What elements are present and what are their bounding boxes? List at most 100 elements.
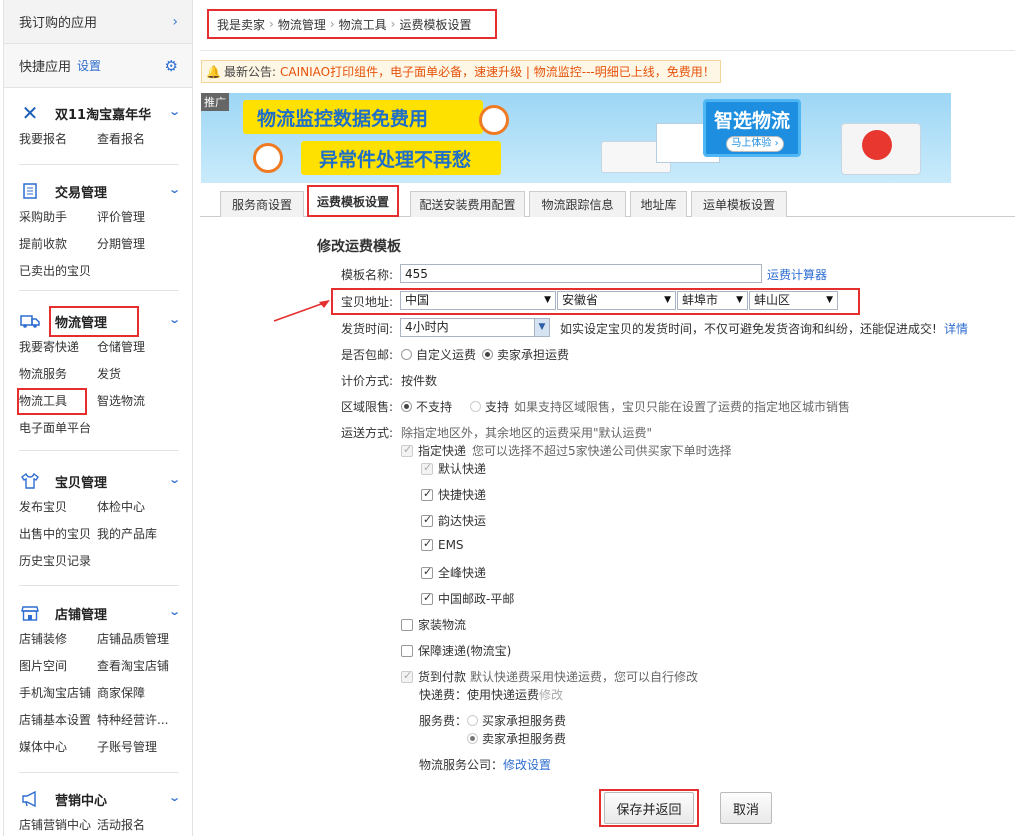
sidebar-group-header[interactable]: 交易管理 ⌄ [4, 178, 194, 204]
sidebar-item[interactable]: 我要寄快递 [19, 334, 97, 361]
template-name-input[interactable] [400, 264, 762, 283]
express-company-item[interactable]: EMS [421, 537, 464, 552]
logistics-company-modify-link[interactable]: 修改设置 [503, 758, 551, 772]
banner-try-button[interactable]: 马上体验 › [726, 136, 784, 152]
express-company-checkbox[interactable] [421, 513, 433, 527]
chevron-down-icon[interactable]: ⌄ [168, 313, 181, 326]
sidebar-item[interactable]: 已卖出的宝贝 [19, 258, 187, 285]
city-select[interactable]: 蚌埠市 ▼ [677, 291, 748, 310]
sidebar-item[interactable]: 体检中心 [97, 494, 187, 521]
chevron-down-icon[interactable]: ⌄ [168, 183, 181, 196]
tab-address-book[interactable]: 地址库 [630, 191, 687, 217]
sidebar-item[interactable]: 子账号管理 [97, 734, 187, 761]
sidebar-item[interactable]: 仓储管理 [97, 334, 187, 361]
sidebar-item[interactable]: 店铺品质管理 [97, 626, 187, 653]
cod-option[interactable]: 货到付款默认快递费采用快递运费，您可以自行修改 [401, 668, 698, 685]
cancel-button[interactable]: 取消 [720, 792, 772, 824]
save-and-return-button[interactable]: 保存并返回 [604, 792, 694, 824]
chevron-down-icon[interactable]: ⌄ [168, 605, 181, 618]
sidebar-group-header[interactable]: 物流管理 ⌄ [4, 305, 194, 337]
sidebar-group-header[interactable]: ✕ 双11淘宝嘉年华 ⌄ [4, 100, 194, 126]
radio-seller-service-fee[interactable] [467, 733, 478, 744]
express-company-checkbox[interactable] [421, 461, 433, 475]
sidebar-item[interactable]: 评价管理 [97, 204, 187, 231]
sidebar-item[interactable]: 特种经营许... [97, 707, 187, 734]
guaranteed-option[interactable]: 保障速递(物流宝) [401, 642, 511, 659]
tab-waybill-template[interactable]: 运单模板设置 [691, 191, 787, 217]
chevron-down-icon[interactable]: ⌄ [168, 473, 181, 486]
district-select[interactable]: 蚌山区 ▼ [749, 291, 838, 310]
ship-time-select[interactable]: 4小时内 ▼ [400, 318, 550, 337]
radio-seller-pays[interactable] [482, 349, 493, 360]
ship-time-details-link[interactable]: 详情 [944, 320, 968, 337]
breadcrumb-item[interactable]: 物流工具 [339, 16, 387, 33]
tab-install-fee[interactable]: 配送安装费用配置 [410, 191, 525, 217]
country-select[interactable]: 中国 ▼ [400, 291, 556, 310]
sidebar-item[interactable]: 采购助手 [19, 204, 97, 231]
province-select[interactable]: 安徽省 ▼ [557, 291, 676, 310]
cod-checkbox[interactable] [401, 669, 413, 683]
sidebar-item[interactable]: 活动报名 [97, 812, 187, 836]
sidebar-item[interactable]: 我的产品库 [97, 521, 187, 548]
express-company-item[interactable]: 快捷快递 [421, 486, 486, 503]
freight-calculator-link[interactable]: 运费计算器 [767, 266, 827, 283]
express-company-item[interactable]: 全峰快递 [421, 564, 486, 581]
sidebar-item[interactable]: 媒体中心 [19, 734, 97, 761]
sidebar-item[interactable]: 我要报名 [19, 126, 97, 153]
sidebar-item[interactable]: 电子面单平台 [19, 415, 187, 442]
express-option[interactable]: 指定快递您可以选择不超过5家快递公司供买家下单时选择 [401, 442, 732, 459]
sidebar-item[interactable]: 店铺装修 [19, 626, 97, 653]
region-option-yes[interactable]: 支持 [470, 398, 509, 415]
guaranteed-checkbox[interactable] [401, 645, 413, 657]
sidebar-item[interactable]: 历史宝贝记录 [19, 548, 187, 575]
breadcrumb-item[interactable]: 物流管理 [278, 16, 326, 33]
chevron-down-icon[interactable]: ⌄ [168, 105, 181, 118]
express-company-item[interactable]: 默认快递 [421, 460, 486, 477]
gear-icon[interactable]: ⚙ [165, 57, 178, 75]
express-checkbox[interactable] [401, 443, 413, 457]
region-option-no[interactable]: 不支持 [401, 398, 452, 415]
radio-buyer-service-fee[interactable] [467, 715, 478, 726]
radio-custom-freight[interactable] [401, 349, 412, 360]
free-ship-option-custom[interactable]: 自定义运费 [401, 346, 476, 363]
express-company-item[interactable]: 韵达快运 [421, 512, 486, 529]
subscribed-apps[interactable]: 我订购的应用 › [4, 0, 192, 44]
tab-shipping-template[interactable]: 运费模板设置 [307, 185, 399, 217]
sidebar-item[interactable]: 提前收款 [19, 231, 97, 258]
radio-not-support[interactable] [401, 401, 412, 412]
radio-support[interactable] [470, 401, 481, 412]
sidebar-group-header[interactable]: 宝贝管理 ⌄ [4, 468, 194, 494]
announcement-text[interactable]: CAINIAO打印组件，电子面单必备，速速升级 | 物流监控---明细已上线，免… [280, 63, 715, 80]
sidebar-item[interactable]: 店铺营销中心 [19, 812, 97, 836]
sidebar-item[interactable]: 分期管理 [97, 231, 187, 258]
service-fee-option-seller[interactable]: 卖家承担服务费 [467, 730, 566, 747]
sidebar-item[interactable]: 发布宝贝 [19, 494, 97, 521]
sidebar-item[interactable]: 物流服务 [19, 361, 97, 388]
sidebar-item[interactable]: 出售中的宝贝 [19, 521, 97, 548]
service-fee-option-buyer[interactable]: 买家承担服务费 [467, 712, 566, 729]
home-install-checkbox[interactable] [401, 619, 413, 631]
sidebar-item[interactable]: 查看淘宝店铺 [97, 653, 187, 680]
express-company-checkbox[interactable] [421, 591, 433, 605]
sidebar-item-logistics-tools[interactable]: 物流工具 [17, 388, 87, 415]
sidebar-item[interactable]: 智选物流 [97, 388, 187, 415]
express-company-item[interactable]: 中国邮政-平邮 [421, 590, 514, 607]
sidebar-group-header[interactable]: 店铺管理 ⌄ [4, 600, 194, 626]
announcement-bar[interactable]: 🔔 最新公告: CAINIAO打印组件，电子面单必备，速速升级 | 物流监控--… [201, 60, 721, 83]
express-company-checkbox[interactable] [421, 565, 433, 579]
home-install-option[interactable]: 家装物流 [401, 616, 466, 633]
sidebar-group-header[interactable]: 营销中心 ⌄ [4, 786, 194, 812]
sidebar-item[interactable]: 图片空间 [19, 653, 97, 680]
tab-carrier-settings[interactable]: 服务商设置 [220, 191, 304, 217]
express-company-checkbox[interactable] [421, 487, 433, 501]
tab-tracking-info[interactable]: 物流跟踪信息 [529, 191, 626, 217]
promo-banner[interactable]: 推广 物流监控数据免费用 异常件处理不再愁 智选物流 马上体验 › [201, 93, 951, 183]
sidebar-item[interactable]: 店铺基本设置 [19, 707, 97, 734]
express-company-checkbox[interactable] [421, 537, 433, 551]
quick-apps-settings-link[interactable]: 设置 [77, 57, 101, 74]
sidebar-item[interactable]: 商家保障 [97, 680, 187, 707]
cod-fee-modify-link[interactable]: 修改 [539, 688, 563, 702]
sidebar-item[interactable]: 查看报名 [97, 126, 187, 153]
sidebar-item[interactable]: 发货 [97, 361, 187, 388]
sidebar-item[interactable]: 手机淘宝店铺 [19, 680, 97, 707]
